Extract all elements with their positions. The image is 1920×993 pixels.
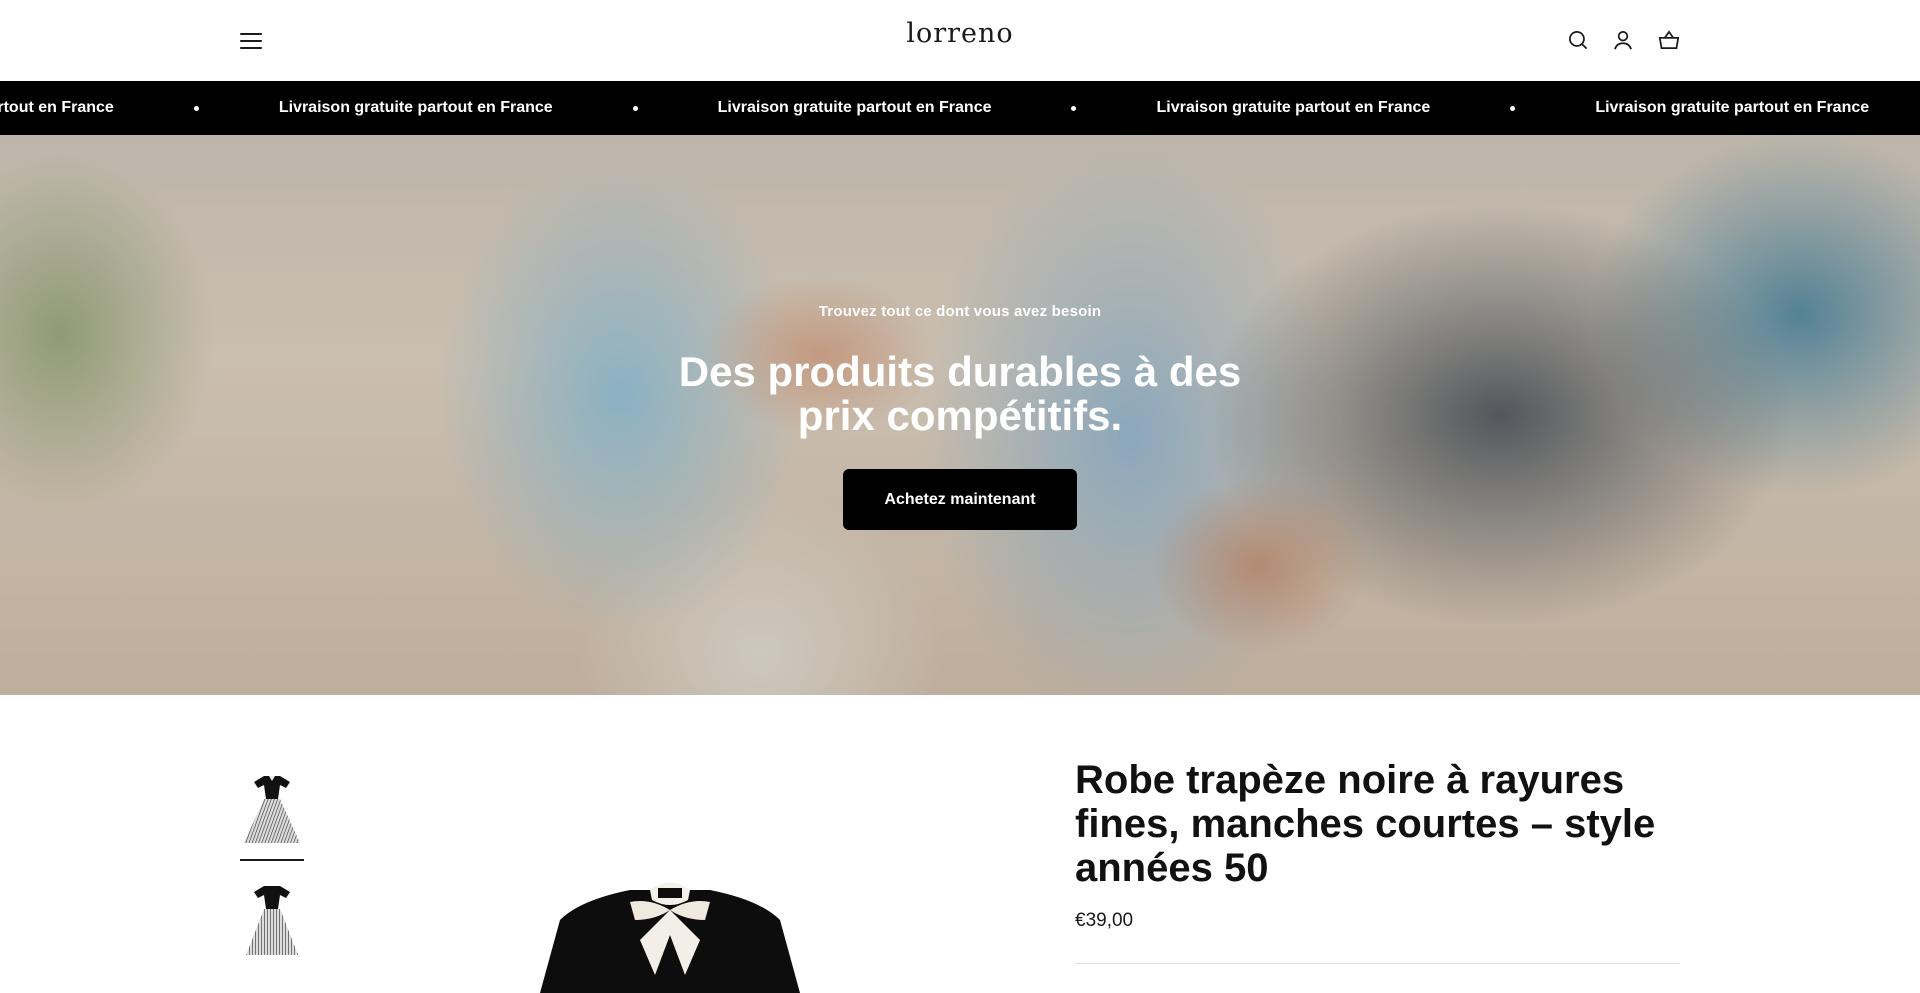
hero-banner: Trouvez tout ce dont vous avez besoin De… [0,135,1920,695]
bullet-dot [193,105,199,111]
bullet-dot [632,105,638,111]
shop-now-button[interactable]: Achetez maintenant [843,469,1077,530]
bullet-dot [1071,105,1077,111]
announcement-item: Livraison gratuite partout en France [1156,99,1595,117]
announcement-item: Livraison gratuite partout en France [718,99,1157,117]
account-icon[interactable] [1610,27,1636,53]
product-price: €39,00 [1075,910,1134,931]
announcement-marquee: Livraison gratuite partout en France Liv… [0,81,1869,135]
thumbnail-active-indicator [240,859,304,861]
announcement-item: Livraison gratuite partout en France [279,99,718,117]
product-title: Robe trapèze noire à rayures fines, manc… [1075,758,1656,890]
product-main-image[interactable] [520,880,820,993]
divider [1075,963,1680,964]
site-header: lorreno [0,0,1920,81]
hero-title: Des produits durables à des prix compéti… [678,348,1242,439]
hero-subtitle: Trouvez tout ce dont vous avez besoin [818,303,1102,320]
announcement-item: Livraison gratuite partout en France [0,99,279,117]
product-thumbnail-1[interactable] [240,770,304,848]
product-thumbnail-2[interactable] [240,882,304,960]
search-icon[interactable] [1565,27,1591,53]
announcement-item: Livraison gratuite partout en France [1595,99,1870,116]
announcement-bar: Livraison gratuite partout en France Liv… [0,81,1920,135]
cart-icon[interactable] [1656,27,1682,53]
bullet-dot [1510,105,1516,111]
